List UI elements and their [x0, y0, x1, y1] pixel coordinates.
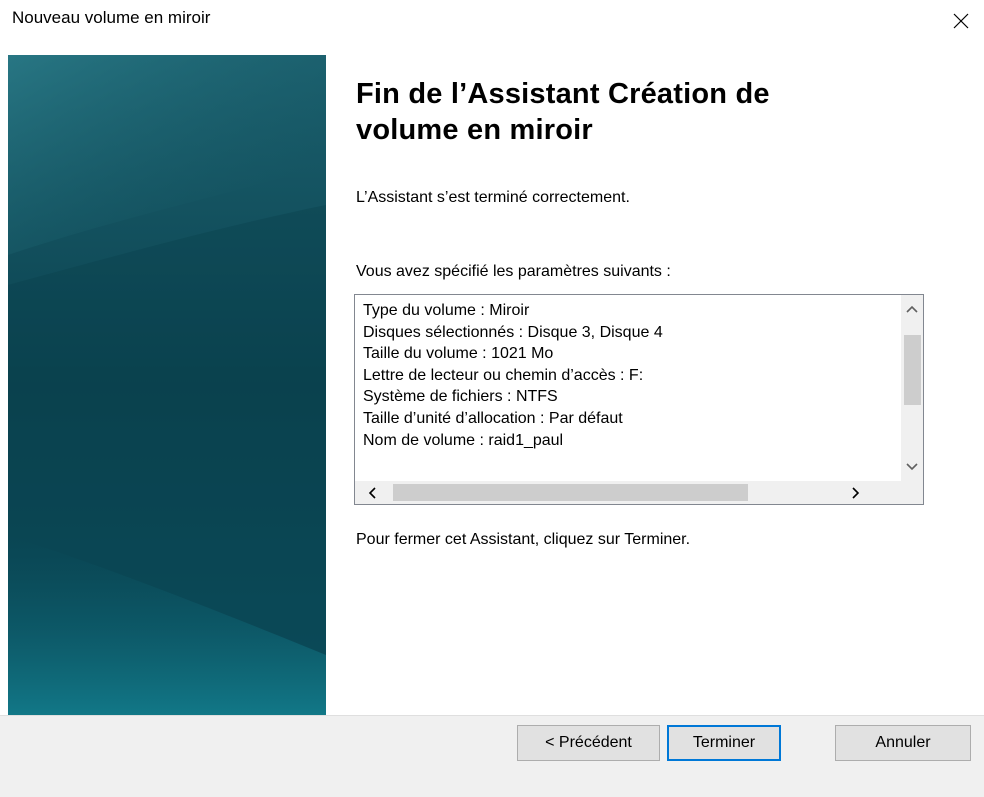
summary-line: Lettre de lecteur ou chemin d’accès : F: — [363, 366, 644, 384]
horizontal-scrollbar[interactable] — [355, 481, 901, 504]
scroll-right-icon[interactable] — [845, 482, 867, 504]
horizontal-scroll-thumb[interactable] — [393, 484, 748, 501]
scrollbar-corner — [901, 481, 923, 504]
params-label: Vous avez spécifié les paramètres suivan… — [356, 263, 671, 280]
summary-line: Taille du volume : 1021 Mo — [363, 345, 554, 363]
scroll-up-icon[interactable] — [901, 298, 923, 320]
close-icon[interactable] — [938, 0, 984, 42]
summary-line: Nom de volume : raid1_paul — [363, 431, 564, 449]
summary-line: Taille d’unité d’allocation : Par défaut — [363, 409, 623, 427]
wizard-content: Fin de l’Assistant Création de volume en… — [356, 76, 946, 148]
page-title: Fin de l’Assistant Création de volume en… — [356, 78, 770, 146]
summary-line: Type du volume : Miroir — [363, 302, 530, 319]
cancel-button[interactable]: Annuler — [835, 725, 971, 761]
scroll-left-icon[interactable] — [361, 482, 383, 504]
close-glyph-icon — [953, 13, 969, 29]
vertical-scroll-thumb[interactable] — [904, 335, 921, 405]
summary-line: Disques sélectionnés : Disque 3, Disque … — [363, 323, 663, 341]
window-title: Nouveau volume en miroir — [12, 8, 211, 27]
settings-summary-text: Type du volume : Miroir Disques sélectio… — [363, 300, 893, 472]
success-message: L’Assistant s’est terminé correctement. — [356, 189, 630, 206]
title-bar: Nouveau volume en miroir — [0, 0, 984, 42]
closing-instruction: Pour fermer cet Assistant, cliquez sur T… — [356, 531, 691, 548]
vertical-scrollbar[interactable] — [901, 295, 923, 481]
scroll-down-icon[interactable] — [901, 456, 923, 478]
settings-summary-box[interactable]: Type du volume : Miroir Disques sélectio… — [354, 294, 924, 505]
previous-button[interactable]: < Précédent — [517, 725, 660, 761]
wizard-banner — [8, 55, 326, 716]
summary-line: Système de fichiers : NTFS — [363, 388, 558, 406]
finish-button[interactable]: Terminer — [667, 725, 781, 761]
